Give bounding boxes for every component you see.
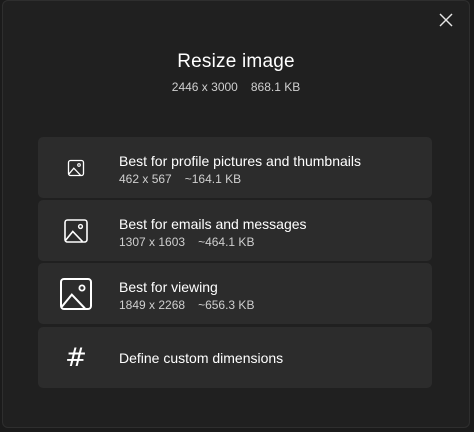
close-icon [439, 13, 453, 27]
close-button[interactable] [435, 9, 457, 31]
dialog-title: Resize image [177, 51, 295, 72]
original-file-size: 868.1 KB [250, 80, 301, 94]
hash-icon: # [65, 342, 87, 373]
image-icon-small [67, 159, 85, 176]
option-custom-dimensions[interactable]: # Define custom dimensions [38, 327, 432, 388]
option-file-size: ~656.3 KB [198, 298, 255, 312]
option-dimensions: 462 x 567 [119, 172, 172, 186]
option-meta: 462 x 567 ~164.1 KB [119, 172, 241, 186]
image-icon-medium [64, 218, 88, 243]
resize-image-dialog: Resize image 2446 x 3000 868.1 KB Best fo… [2, 0, 470, 428]
option-dimensions: 1849 x 2268 [119, 298, 186, 312]
option-profile-thumbnails[interactable]: Best for profile pictures and thumbnails… [38, 137, 432, 198]
option-label: Best for profile pictures and thumbnails [119, 153, 362, 169]
option-emails-messages[interactable]: Best for emails and messages 1307 x 1603… [38, 200, 432, 261]
original-image-info: 2446 x 3000 868.1 KB [3, 80, 469, 94]
option-meta: 1849 x 2268 ~656.3 KB [119, 298, 254, 312]
original-dimensions: 2446 x 3000 [171, 80, 238, 94]
option-label: Best for emails and messages [119, 216, 307, 232]
option-file-size: ~464.1 KB [198, 235, 255, 249]
option-dimensions: 1307 x 1603 [119, 235, 186, 249]
option-file-size: ~164.1 KB [184, 172, 242, 186]
option-viewing[interactable]: Best for viewing 1849 x 2268 ~656.3 KB [38, 263, 432, 324]
option-label: Define custom dimensions [119, 350, 284, 366]
option-label: Best for viewing [119, 279, 218, 295]
image-icon-large [60, 277, 92, 310]
option-meta: 1307 x 1603 ~464.1 KB [119, 235, 254, 249]
